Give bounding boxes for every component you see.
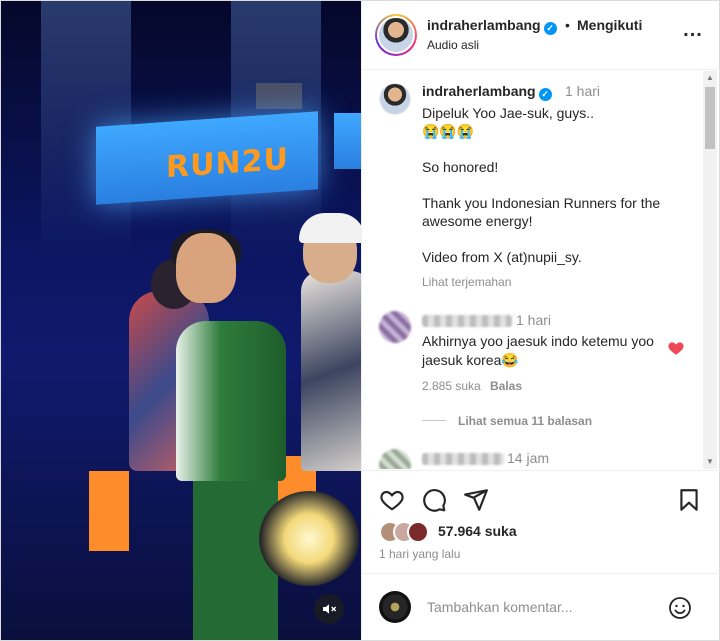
caption-line	[422, 176, 692, 194]
scroll-up-arrow-icon[interactable]: ▲	[703, 71, 717, 85]
post-actions: 57.964 suka 1 hari yang lalu	[362, 470, 720, 570]
comment-text: Akhirnya yoo jaesuk indo ketemu yoo jaes…	[422, 333, 654, 368]
bookmark-save-icon[interactable]	[676, 487, 702, 513]
verified-badge-icon: ✓	[538, 88, 552, 101]
comment-reply-button[interactable]: Balas	[490, 379, 522, 393]
person-center-head	[176, 233, 236, 303]
comment-time[interactable]: 14 jam	[507, 450, 549, 466]
author-avatar-image	[377, 16, 415, 54]
speaker-muted-icon	[323, 604, 337, 614]
mute-button[interactable]	[314, 594, 344, 624]
comment-username-blurred[interactable]	[422, 453, 504, 465]
caption-username[interactable]: indraherlambang ✓	[422, 83, 552, 101]
comment-avatar-blurred[interactable]	[379, 449, 411, 469]
view-replies-button[interactable]: Lihat semua 11 balasan	[458, 414, 592, 428]
replies-divider	[422, 420, 446, 421]
more-options-button[interactable]: ...	[678, 20, 708, 47]
comment-username-blurred[interactable]	[422, 315, 512, 327]
post-date[interactable]: 1 hari yang lalu	[379, 547, 460, 561]
likers-avatars[interactable]	[379, 521, 435, 543]
comment-like-count[interactable]: 2.885 suka	[422, 379, 481, 393]
caption-username-text[interactable]: indraherlambang	[422, 83, 536, 99]
header-separator: •	[565, 17, 570, 33]
comment-bubble-icon[interactable]	[421, 487, 447, 513]
person-right	[301, 271, 361, 471]
caption-text: Dipeluk Yoo Jae-suk, guys.. 😭😭😭 So honor…	[422, 104, 692, 266]
post-like-count[interactable]: 57.964 suka	[438, 523, 517, 539]
share-send-icon[interactable]	[463, 487, 489, 513]
author-username-text[interactable]: indraherlambang	[427, 17, 541, 33]
stage-screen	[334, 113, 361, 169]
comment-avatar-blurred[interactable]	[379, 311, 411, 343]
caption-line: Dipeluk Yoo Jae-suk, guys..	[422, 105, 594, 121]
person-center	[176, 321, 286, 481]
like-heart-icon[interactable]	[379, 487, 405, 513]
comment-composer	[362, 573, 720, 640]
see-translation-link[interactable]: Lihat terjemahan	[422, 275, 511, 289]
add-comment-input[interactable]	[427, 596, 647, 618]
caption-line: So honored!	[422, 159, 499, 175]
stage-screen	[256, 83, 302, 109]
post-panel: indraherlambang ✓ • Mengikuti Audio asli …	[361, 1, 720, 640]
caption-avatar[interactable]	[379, 83, 411, 115]
audio-link[interactable]: Audio asli	[427, 38, 479, 52]
comments-list[interactable]: indraherlambang ✓ 1 hari Dipeluk Yoo Jae-…	[362, 71, 702, 469]
author-username[interactable]: indraherlambang ✓	[427, 17, 557, 35]
stage-light	[89, 471, 129, 551]
scroll-down-arrow-icon[interactable]: ▼	[703, 455, 717, 469]
caption-line	[422, 140, 692, 158]
current-user-avatar[interactable]	[379, 591, 411, 623]
comment-time[interactable]: 1 hari	[516, 312, 551, 328]
more-options-icon: ...	[683, 19, 703, 41]
author-avatar[interactable]	[375, 14, 417, 56]
following-button[interactable]: Mengikuti	[577, 17, 642, 33]
person-right-cap	[299, 213, 361, 243]
post-header: indraherlambang ✓ • Mengikuti Audio asli …	[362, 1, 720, 70]
caption-line	[422, 230, 692, 248]
video-player[interactable]: RUN2U	[1, 1, 361, 640]
comments-scrollbar[interactable]: ▲ ▼	[703, 71, 717, 469]
caption-line: 😭😭😭	[422, 123, 475, 139]
caption-time[interactable]: 1 hari	[565, 83, 600, 99]
verified-badge-icon: ✓	[543, 22, 557, 35]
stage-spotlight	[259, 491, 359, 586]
emoji-icon[interactable]	[668, 596, 692, 620]
comment-like-heart-icon[interactable]	[667, 339, 685, 357]
caption-line: Video from X (at)nupii_sy.	[422, 249, 582, 265]
caption-line: Thank you Indonesian Runners for the awe…	[422, 195, 661, 229]
scrollbar-thumb[interactable]	[705, 87, 715, 149]
liker-avatar	[407, 521, 429, 543]
